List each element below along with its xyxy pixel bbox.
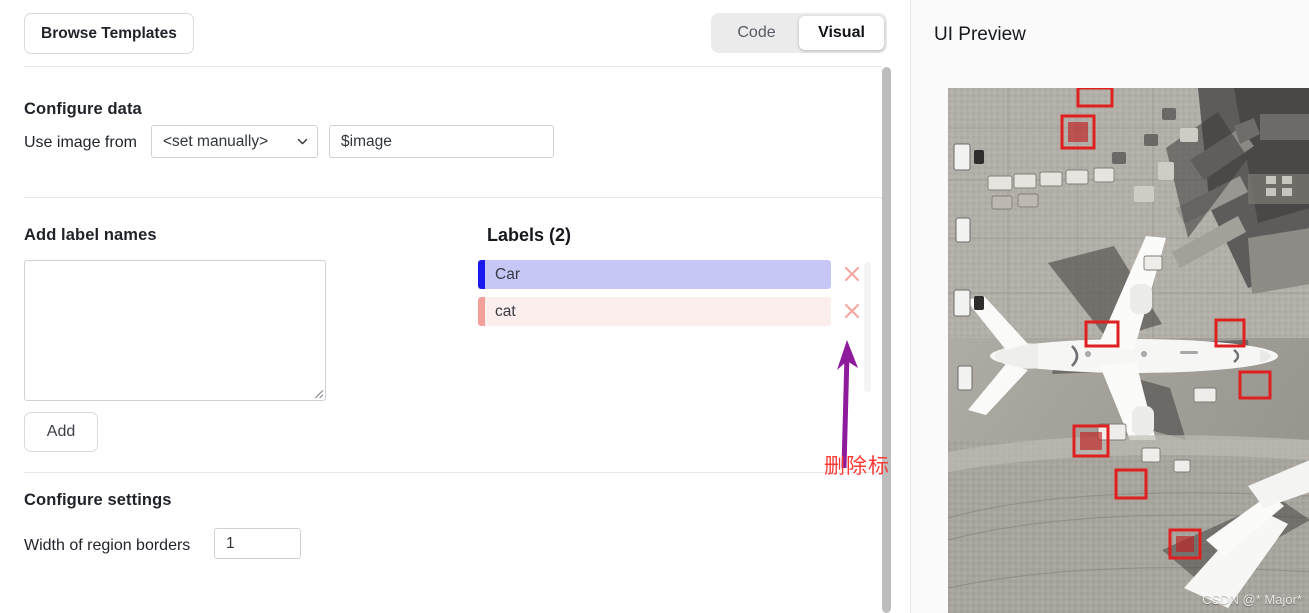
- delete-label-icon-cat[interactable]: [839, 298, 865, 324]
- editor-scroll-body: Configure data Use image from <set manua…: [0, 66, 891, 613]
- ui-preview-title: UI Preview: [934, 24, 1026, 45]
- label-color-bar: [478, 260, 485, 289]
- label-names-textarea-wrap: [24, 260, 326, 401]
- view-mode-toggle: Code Visual: [711, 13, 887, 53]
- image-value-input[interactable]: [329, 125, 554, 158]
- ui-preview-panel: UI Preview CSDN @* Major*: [910, 0, 1309, 613]
- label-row: Car: [478, 260, 867, 289]
- labels-list-scrollbar[interactable]: [864, 262, 871, 392]
- tab-code[interactable]: Code: [714, 16, 799, 50]
- browse-templates-button[interactable]: Browse Templates: [24, 13, 194, 54]
- image-source-select[interactable]: <set manually>: [151, 125, 318, 158]
- preview-aerial-image: CSDN @* Major*: [948, 88, 1309, 613]
- labels-list: Car cat: [478, 260, 867, 405]
- label-names-textarea[interactable]: [24, 260, 326, 401]
- browse-templates-label: Browse Templates: [41, 24, 177, 42]
- csdn-watermark: CSDN @* Major*: [1202, 592, 1302, 607]
- labels-heading: Labels (2): [487, 225, 572, 245]
- divider-middle: [24, 197, 882, 198]
- add-label-button-label: Add: [46, 423, 76, 440]
- tab-code-label: Code: [737, 24, 776, 41]
- label-chip-car[interactable]: Car: [478, 260, 831, 289]
- region-border-width-label: Width of region borders: [24, 537, 191, 554]
- tab-visual-label: Visual: [818, 24, 865, 41]
- label-row: cat: [478, 297, 867, 326]
- label-color-bar: [478, 297, 485, 326]
- image-source-select-value: <set manually>: [163, 132, 269, 150]
- divider-bottom: [24, 472, 882, 473]
- tab-visual[interactable]: Visual: [799, 16, 884, 50]
- label-name: cat: [495, 302, 516, 320]
- configure-data-heading: Configure data: [24, 100, 142, 118]
- annotation-text: 删除标签: [824, 454, 891, 478]
- editor-scrollbar-thumb[interactable]: [882, 67, 891, 613]
- add-label-names-heading: Add label names: [24, 226, 157, 244]
- aerial-airport-illustration: [948, 88, 1309, 613]
- label-name: Car: [495, 265, 520, 283]
- region-border-width-input[interactable]: [214, 528, 301, 559]
- template-editor-panel: Browse Templates Code Visual Configure d…: [0, 0, 891, 613]
- configure-settings-heading: Configure settings: [24, 491, 172, 509]
- editor-toolbar: Browse Templates Code Visual: [0, 0, 891, 66]
- use-image-from-label: Use image from: [24, 134, 137, 151]
- add-label-button[interactable]: Add: [24, 412, 98, 452]
- delete-label-icon-car[interactable]: [839, 261, 865, 287]
- divider-top: [24, 66, 882, 67]
- app-root: Browse Templates Code Visual Configure d…: [0, 0, 1309, 613]
- label-chip-cat[interactable]: cat: [478, 297, 831, 326]
- chevron-down-icon: [297, 138, 308, 145]
